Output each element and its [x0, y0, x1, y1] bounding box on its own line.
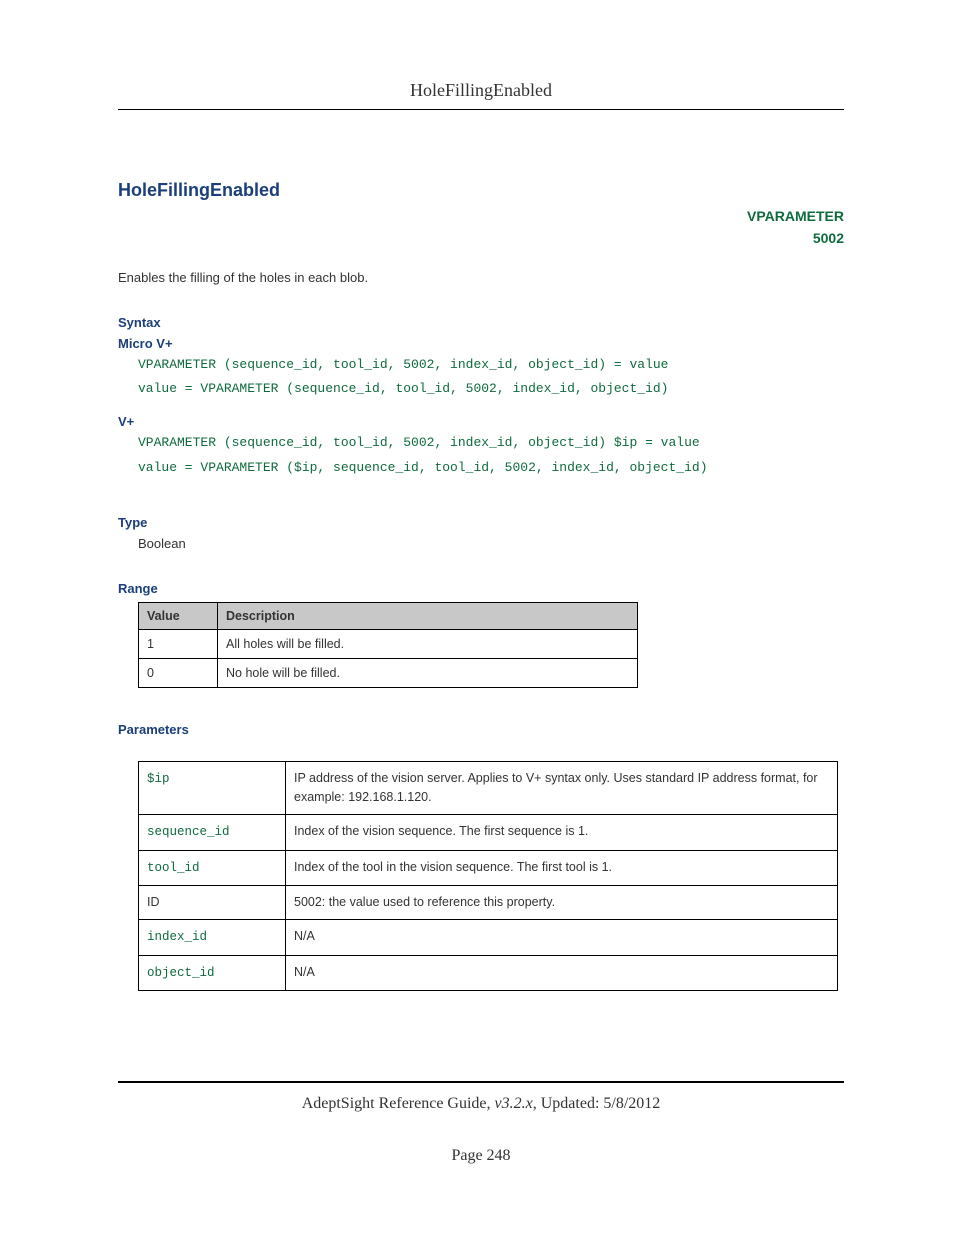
param-key: tool_id [139, 850, 286, 885]
table-row: 1 All holes will be filled. [139, 629, 638, 658]
range-cell-desc: All holes will be filled. [218, 629, 638, 658]
page-header-title: HoleFillingEnabled [118, 80, 844, 101]
range-cell-value: 1 [139, 629, 218, 658]
footer-guide: AdeptSight Reference Guide [302, 1095, 487, 1112]
param-key-text: tool_id [147, 861, 200, 875]
param-key-text: $ip [147, 772, 170, 786]
footer-guide-line: AdeptSight Reference Guide, v3.2.x, Upda… [118, 1095, 844, 1113]
vparameter-id: 5002 [813, 230, 844, 246]
vparameter-tag: VPARAMETER 5002 [118, 205, 844, 250]
syntax-heading: Syntax [118, 315, 844, 330]
parameters-heading: Parameters [118, 722, 844, 737]
footer-rule [118, 1081, 844, 1083]
table-row: 0 No hole will be filled. [139, 658, 638, 687]
micro-vplus-label: Micro V+ [118, 336, 844, 351]
vplus-label: V+ [118, 414, 844, 429]
param-desc: IP address of the vision server. Applies… [286, 761, 838, 815]
range-header-row: Value Description [139, 602, 638, 629]
table-row: sequence_id Index of the vision sequence… [139, 815, 838, 850]
footer-page-number: Page 248 [118, 1147, 844, 1165]
footer-updated: , Updated: 5/8/2012 [533, 1095, 661, 1112]
type-heading: Type [118, 515, 844, 530]
page: HoleFillingEnabled HoleFillingEnabled VP… [0, 0, 954, 1205]
param-desc: Index of the tool in the vision sequence… [286, 850, 838, 885]
param-key-text: object_id [147, 966, 215, 980]
vplus-code: VPARAMETER (sequence_id, tool_id, 5002, … [138, 431, 844, 480]
param-desc: N/A [286, 955, 838, 990]
param-key: object_id [139, 955, 286, 990]
table-row: $ip IP address of the vision server. App… [139, 761, 838, 815]
param-key-text: sequence_id [147, 825, 230, 839]
header-rule [118, 109, 844, 110]
param-desc: N/A [286, 920, 838, 955]
range-heading: Range [118, 581, 844, 596]
param-desc: 5002: the value used to reference this p… [286, 886, 838, 920]
range-col-description: Description [218, 602, 638, 629]
title-block: HoleFillingEnabled VPARAMETER 5002 [118, 180, 844, 250]
table-row: ID 5002: the value used to reference thi… [139, 886, 838, 920]
table-row: tool_id Index of the tool in the vision … [139, 850, 838, 885]
intro-text: Enables the filling of the holes in each… [118, 270, 844, 285]
footer: AdeptSight Reference Guide, v3.2.x, Upda… [118, 1081, 844, 1165]
param-key: index_id [139, 920, 286, 955]
param-key: ID [139, 886, 286, 920]
range-cell-value: 0 [139, 658, 218, 687]
param-key-text: index_id [147, 930, 207, 944]
range-col-value: Value [139, 602, 218, 629]
parameters-table: $ip IP address of the vision server. App… [138, 761, 838, 992]
range-cell-desc: No hole will be filled. [218, 658, 638, 687]
param-key: sequence_id [139, 815, 286, 850]
table-row: index_id N/A [139, 920, 838, 955]
param-key: $ip [139, 761, 286, 815]
range-table: Value Description 1 All holes will be fi… [138, 602, 638, 688]
micro-vplus-code: VPARAMETER (sequence_id, tool_id, 5002, … [138, 353, 844, 402]
footer-version: , v3.2.x [487, 1095, 533, 1112]
type-value: Boolean [138, 536, 844, 551]
main-title: HoleFillingEnabled [118, 180, 844, 201]
param-key-text: ID [147, 895, 160, 909]
table-row: object_id N/A [139, 955, 838, 990]
param-desc: Index of the vision sequence. The first … [286, 815, 838, 850]
vparameter-label: VPARAMETER [747, 208, 844, 224]
